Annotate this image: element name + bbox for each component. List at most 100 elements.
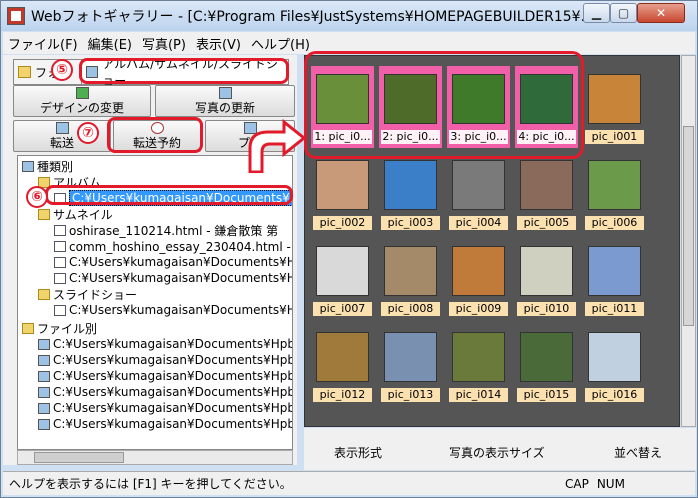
tree-node-file-item[interactable]: C:¥Users¥kumagaisan¥Documents¥Hpbui bbox=[38, 400, 293, 416]
scrollbar-thumb[interactable] bbox=[683, 126, 694, 326]
gallery-thumbnail[interactable]: pic_i008 bbox=[379, 238, 442, 320]
vertical-scrollbar[interactable] bbox=[681, 55, 696, 427]
photo-update-button[interactable]: 写真の更新 bbox=[155, 85, 295, 117]
sort-label: 並べ替え bbox=[614, 446, 663, 460]
menu-help[interactable]: ヘルプ(H) bbox=[246, 34, 315, 53]
view-format-button[interactable]: 表示形式 bbox=[334, 444, 382, 461]
photo-size-button[interactable]: 写真の表示サイズ bbox=[449, 444, 545, 461]
photo-caption: pic_i006 bbox=[585, 216, 644, 230]
menu-view[interactable]: 表示(V) bbox=[191, 34, 246, 53]
photo-caption: pic_i004 bbox=[449, 216, 508, 230]
photo-caption: pic_i015 bbox=[517, 388, 576, 402]
page-icon bbox=[54, 304, 66, 316]
gallery-thumbnail[interactable]: pic_i005 bbox=[515, 152, 578, 234]
photo-image bbox=[384, 160, 437, 210]
tree-node-thumb-item[interactable]: oshirase_110214.html - 鎌倉散策 第 bbox=[54, 222, 278, 238]
tree-node-label: C:¥Users¥kumagaisan¥Documents¥Hpbui bbox=[53, 369, 293, 383]
tree-node-label: C:¥Users¥kumagaisan¥Documents¥Hpbui bbox=[53, 401, 293, 415]
tree-node-file-item[interactable]: C:¥Users¥kumagaisan¥Documents¥Hpbui bbox=[38, 352, 293, 368]
photo-caption: pic_i002 bbox=[313, 216, 372, 230]
tree-node-thumb-item[interactable]: C:¥Users¥kumagaisan¥Documents¥Hp bbox=[54, 254, 293, 270]
app-window: Webフォトギャラリー - [C:¥Program Files¥JustSyst… bbox=[0, 0, 698, 498]
tree-node-file-item[interactable]: C:¥Users¥kumagaisan¥Documents¥Hpbui bbox=[38, 336, 293, 352]
sort-button[interactable]: 並べ替え bbox=[614, 444, 662, 461]
tree-node-thumb-item[interactable]: comm_hoshino_essay_230404.html - ア bbox=[54, 238, 293, 254]
tree-node-label: サムネイル bbox=[53, 207, 113, 222]
photo-image bbox=[588, 160, 641, 210]
file-icon bbox=[38, 418, 50, 430]
gallery-thumbnail[interactable]: pic_i010 bbox=[515, 238, 578, 320]
photo-image bbox=[452, 160, 505, 210]
photo-update-label: 写真の更新 bbox=[194, 100, 255, 115]
app-icon bbox=[7, 7, 25, 25]
tree-node-label: comm_hoshino_essay_230404.html - ア bbox=[69, 239, 293, 254]
gallery-thumbnail[interactable]: pic_i013 bbox=[379, 324, 442, 406]
gallery-thumbnail[interactable]: pic_i015 bbox=[515, 324, 578, 406]
photo-size-label: 写真の表示サイズ bbox=[449, 446, 545, 460]
photo-caption: pic_i008 bbox=[381, 302, 440, 316]
tree-node-label: C:¥Users¥kumagaisan¥Documents¥Hp bbox=[69, 255, 293, 269]
update-icon bbox=[218, 86, 232, 99]
tree-node-label: C:¥Users¥kumagaisan¥Documents¥Hpbui bbox=[53, 417, 293, 431]
tree-node-label: C:¥Users¥kumagaisan¥Documents¥Hpbui bbox=[53, 337, 293, 351]
callout-album-tab bbox=[79, 58, 289, 84]
photo-image bbox=[316, 332, 369, 382]
tree-node-thumbnail[interactable]: サムネイル bbox=[38, 206, 113, 222]
gallery-thumbnail[interactable]: pic_i012 bbox=[311, 324, 374, 406]
maximize-button[interactable]: ▢ bbox=[610, 3, 637, 23]
tree-node-thumb-item[interactable]: C:¥Users¥kumagaisan¥Documents¥Hp bbox=[54, 270, 292, 286]
gallery-thumbnail[interactable]: pic_i004 bbox=[447, 152, 510, 234]
status-caps: CAP bbox=[565, 476, 589, 491]
page-icon bbox=[54, 240, 66, 252]
transfer-label: 転送 bbox=[49, 135, 74, 150]
view-format-label: 表示形式 bbox=[334, 446, 383, 460]
tree-node-by-file[interactable]: ファイル別 bbox=[22, 320, 97, 336]
tree-node-file-item[interactable]: C:¥Users¥kumagaisan¥Documents¥Hpbui bbox=[38, 416, 293, 432]
folder-icon bbox=[18, 66, 31, 78]
photo-image bbox=[520, 160, 573, 210]
photo-image bbox=[452, 332, 505, 382]
close-button[interactable]: ✕ bbox=[637, 3, 685, 23]
menu-edit[interactable]: 編集(E) bbox=[83, 34, 137, 53]
photo-caption: pic_i007 bbox=[313, 302, 372, 316]
transfer-icon bbox=[55, 121, 69, 134]
file-icon bbox=[38, 402, 50, 414]
gallery-thumbnail[interactable]: pic_i001 bbox=[583, 66, 646, 148]
marker-7: ⑦ bbox=[77, 122, 99, 144]
menu-photo[interactable]: 写真(P) bbox=[137, 34, 191, 53]
minimize-button[interactable]: ▁ bbox=[583, 3, 610, 23]
callout-schedule-button bbox=[107, 117, 203, 153]
gallery-thumbnail[interactable]: pic_i003 bbox=[379, 152, 442, 234]
tree-node-slide-item[interactable]: C:¥Users¥kumagaisan¥Documents¥Hp bbox=[54, 302, 292, 318]
status-num: NUM bbox=[596, 476, 625, 491]
design-change-label: デザインの変更 bbox=[39, 100, 124, 115]
scrollbar-thumb[interactable] bbox=[34, 452, 124, 463]
photo-caption: pic_i016 bbox=[585, 388, 644, 402]
tree-node-by-type[interactable]: 種類別 bbox=[22, 158, 73, 174]
design-change-button[interactable]: デザインの変更 bbox=[13, 85, 151, 117]
gallery-thumbnail[interactable]: pic_i007 bbox=[311, 238, 374, 320]
folder-icon bbox=[22, 322, 34, 334]
photo-image bbox=[520, 332, 573, 382]
tree-node-slideshow[interactable]: スライドショー bbox=[38, 286, 137, 302]
gallery-thumbnail[interactable]: pic_i014 bbox=[447, 324, 510, 406]
gallery-thumbnail[interactable]: pic_i002 bbox=[311, 152, 374, 234]
tree-node-file-item[interactable]: C:¥Users¥kumagaisan¥Documents¥Hpbui bbox=[38, 384, 292, 400]
menu-file[interactable]: ファイル(F) bbox=[3, 34, 83, 53]
gallery-thumbnail[interactable]: pic_i011 bbox=[583, 238, 646, 320]
gallery-thumbnail[interactable]: pic_i009 bbox=[447, 238, 510, 320]
tree-node-label: C:¥Users¥kumagaisan¥Documents¥Hpbui bbox=[53, 353, 293, 367]
gallery-thumbnail[interactable]: pic_i016 bbox=[583, 324, 646, 406]
marker-6: ⑥ bbox=[26, 186, 48, 208]
tree-node-file-item[interactable]: C:¥Users¥kumagaisan¥Documents¥Hpbui bbox=[38, 368, 293, 384]
status-help-text: ヘルプを表示するには [F1] キーを押してください。 bbox=[9, 477, 292, 491]
photo-image bbox=[316, 246, 369, 296]
file-icon bbox=[38, 338, 50, 350]
photo-caption: pic_i013 bbox=[381, 388, 440, 402]
bottom-toolbar: 表示形式 写真の表示サイズ 並べ替え bbox=[304, 428, 696, 470]
folder-icon bbox=[38, 208, 50, 220]
horizontal-scrollbar[interactable] bbox=[17, 450, 293, 465]
pointer-arrow-icon bbox=[248, 118, 306, 173]
design-icon bbox=[75, 86, 89, 99]
gallery-thumbnail[interactable]: pic_i006 bbox=[583, 152, 646, 234]
